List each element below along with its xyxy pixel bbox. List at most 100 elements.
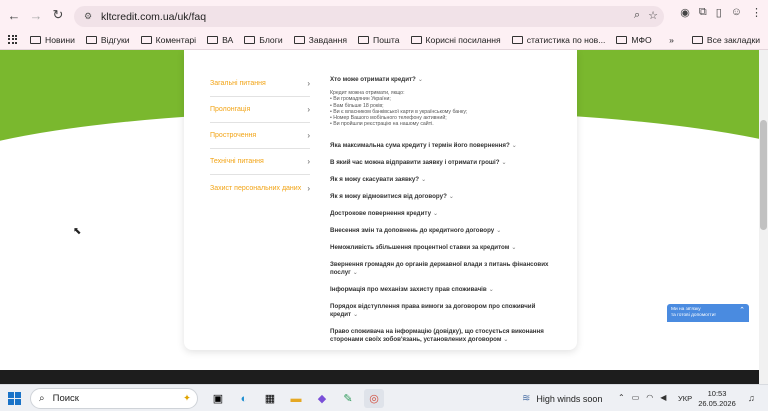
sidebar-item-data-protection[interactable]: Захист персональних даних ›: [210, 175, 310, 201]
windows-start-icon[interactable]: [8, 392, 21, 405]
volume-icon[interactable]: ◀: [660, 393, 666, 402]
bookmark-folder[interactable]: статистика по нов...: [511, 35, 605, 45]
faq-question[interactable]: Право споживача на інформацію (довідку),…: [330, 328, 560, 344]
folder-icon: [85, 35, 97, 44]
language-indicator[interactable]: УКР: [678, 394, 692, 403]
edge-icon[interactable]: ◐: [234, 389, 254, 408]
url-text: kltcredit.com.ua/uk/faq: [101, 10, 207, 23]
faq-question[interactable]: Звернення громадян до органів державної …: [330, 261, 560, 277]
clock[interactable]: 10:53 26.05.2026: [695, 389, 739, 408]
faq-question[interactable]: Порядок відступлення права вимоги за дог…: [330, 303, 560, 319]
address-bar[interactable]: ⚙ kltcredit.com.ua/uk/faq ⌕ ☆: [74, 6, 664, 27]
folder-icon: [358, 35, 370, 44]
chevron-down-icon: ⌄: [503, 336, 509, 343]
copilot-icon[interactable]: ◆: [312, 389, 332, 408]
chevron-down-icon: ⌄: [501, 159, 507, 166]
faq-question[interactable]: Як я можу скасувати заявку? ⌄: [330, 176, 560, 184]
folder-icon: [616, 35, 628, 44]
faq-question-open[interactable]: Хто може отримати кредит? ⌄: [330, 76, 560, 84]
folder-icon: [410, 35, 422, 44]
sidebar-item-prolongation[interactable]: Пролонгація ›: [210, 97, 310, 123]
folder-icon: [30, 35, 41, 44]
sidebar-item-technical[interactable]: Технічні питання ›: [210, 149, 310, 175]
faq-question[interactable]: Внесення змін та доповнень до кредитного…: [330, 227, 560, 235]
chevron-right-icon: ›: [307, 105, 310, 114]
chevron-down-icon: ⌄: [488, 286, 494, 293]
scrollbar-thumb[interactable]: [760, 120, 767, 230]
chevron-down-icon: ⌄: [448, 193, 454, 200]
site-info-icon[interactable]: ⚙: [84, 11, 96, 22]
faq-sidebar: Загальні питання › Пролонгація › Простроче…: [210, 71, 310, 201]
forward-icon[interactable]: →: [25, 4, 47, 26]
folder-icon: [511, 35, 523, 44]
faq-question[interactable]: Як я можу відмовитися від договору? ⌄: [330, 193, 560, 201]
weather-widget[interactable]: ≋ High winds soon: [522, 393, 602, 404]
sidebar-item-general[interactable]: Загальні питання ›: [210, 71, 310, 97]
sidebar-item-overdue[interactable]: Прострочення ›: [210, 123, 310, 149]
all-bookmarks-button[interactable]: Все закладки: [691, 35, 760, 45]
chrome-icon[interactable]: ◎: [364, 389, 384, 408]
browser-toolbar: ← → ↻ ⚙ kltcredit.com.ua/uk/faq ⌕ ☆ ◉ ⧉ …: [0, 0, 768, 30]
profile-icon[interactable]: ☺: [731, 6, 742, 19]
chevron-right-icon: ›: [307, 157, 310, 166]
menu-icon[interactable]: ⋮: [751, 6, 762, 19]
folder-icon: [140, 35, 152, 44]
faq-question[interactable]: Дострокове повернення кредиту ⌄: [330, 210, 560, 218]
chat-widget[interactable]: Ми на зв'язку та готові допомогти! ⌃: [667, 304, 749, 322]
bookmark-folder[interactable]: Завдання: [293, 35, 347, 45]
task-view-icon[interactable]: ▣: [208, 389, 228, 408]
search-icon: ⌕: [39, 393, 45, 404]
bookmark-folder[interactable]: Пошта: [358, 35, 400, 45]
chevron-right-icon: ›: [307, 79, 310, 88]
zoom-icon[interactable]: ⌕: [634, 9, 640, 22]
page-footer: [0, 370, 759, 384]
apps-grid-icon[interactable]: [8, 34, 18, 45]
chevron-right-icon: ›: [307, 183, 310, 193]
chevron-down-icon: ⌄: [433, 210, 439, 217]
camera-icon[interactable]: ◉: [680, 6, 690, 19]
faq-question[interactable]: Яка максимальна сума кредиту і термін йо…: [330, 142, 560, 150]
bookmark-folder[interactable]: Блоги: [244, 35, 283, 45]
taskbar-search[interactable]: ⌕ Поиск ✦: [30, 388, 198, 409]
sidepanel-icon[interactable]: ▯: [716, 6, 722, 19]
chevron-down-icon: ⌄: [511, 244, 517, 251]
chevron-up-icon[interactable]: ⌃: [618, 393, 625, 402]
bookmark-star-icon[interactable]: ☆: [648, 9, 658, 22]
chevron-down-icon: ⌄: [352, 269, 358, 276]
bookmark-folder[interactable]: Коментарі: [140, 35, 196, 45]
back-icon[interactable]: ←: [3, 4, 25, 26]
wind-icon: ≋: [522, 393, 531, 404]
bookmark-folder[interactable]: Корисні посилання: [410, 35, 501, 45]
faq-question[interactable]: Інформація про механізм захисту прав спо…: [330, 286, 560, 294]
more-bookmarks-button[interactable]: »: [669, 35, 674, 45]
chevron-down-icon: ⌄: [421, 176, 427, 183]
notifications-icon[interactable]: ♫: [748, 393, 755, 403]
bookmark-folder[interactable]: МФО: [616, 35, 652, 45]
calculator-icon[interactable]: ▦: [260, 389, 280, 408]
folder-icon: [691, 36, 703, 44]
file-explorer-icon[interactable]: ▬: [286, 389, 306, 408]
taskbar: ⌕ Поиск ✦ ▣ ◐ ▦ ▬ ◆ ✎ ◎ ≋ High winds soo…: [0, 384, 768, 411]
network-icon[interactable]: ▭: [632, 393, 640, 402]
folder-icon: [293, 35, 305, 44]
chevron-down-icon: ⌄: [417, 77, 423, 83]
chevron-up-icon: ⌃: [739, 307, 745, 314]
reload-icon[interactable]: ↻: [47, 4, 69, 26]
chevron-right-icon: ›: [307, 131, 310, 140]
copilot-sparkle-icon: ✦: [183, 393, 191, 404]
chevron-down-icon: ⌄: [496, 227, 502, 234]
faq-list: Хто може отримати кредит? ⌄ Кредит можна …: [330, 76, 560, 353]
bookmark-folder[interactable]: ВА: [207, 35, 233, 45]
mouse-cursor-icon: ⬉: [73, 226, 82, 237]
bookmark-folder[interactable]: Новини: [30, 35, 75, 45]
wifi-icon[interactable]: ◠: [646, 393, 653, 402]
bookmark-folder[interactable]: Відгуки: [85, 35, 130, 45]
page-scrollbar[interactable]: [759, 50, 768, 384]
notes-icon[interactable]: ✎: [338, 389, 358, 408]
faq-card: Загальні питання › Пролонгація › Простроче…: [184, 50, 577, 350]
chevron-down-icon: ⌄: [353, 311, 359, 318]
extensions-icon[interactable]: ⧉: [699, 6, 707, 19]
bookmarks-bar: Новини Відгуки Коментарі ВА Блоги Завдан…: [0, 30, 768, 50]
faq-question[interactable]: В який час можна відправити заявку і отр…: [330, 159, 560, 167]
faq-question[interactable]: Неможливість збільшення процентної ставк…: [330, 244, 560, 252]
